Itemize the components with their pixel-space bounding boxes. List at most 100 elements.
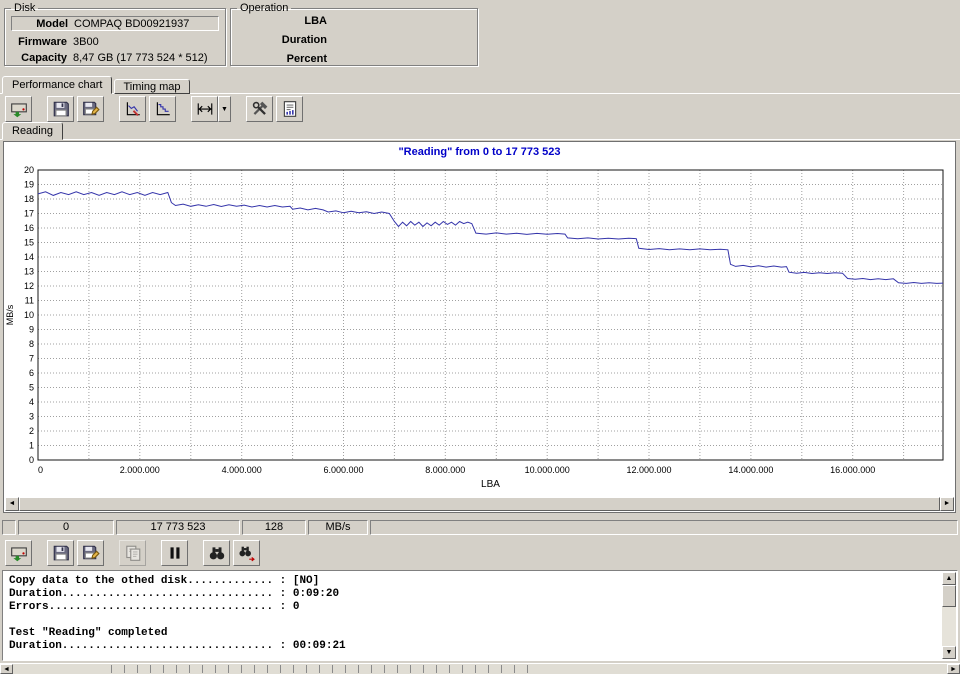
find-next-icon [238, 544, 256, 562]
chart-tabpage-top-edge [0, 139, 960, 140]
svg-text:13: 13 [24, 267, 34, 277]
save-as-button[interactable] [77, 96, 104, 122]
svg-text:8.000.000: 8.000.000 [425, 465, 465, 475]
log-copy-button[interactable] [119, 540, 146, 566]
svg-text:4: 4 [29, 397, 34, 407]
log-scroll-down-button[interactable]: ▼ [942, 646, 956, 659]
log-scroll-up-button[interactable]: ▲ [942, 572, 956, 585]
chart-tabstrip: Reading [2, 123, 63, 140]
pause-button[interactable] [161, 540, 188, 566]
scroll-right-icon: ► [944, 500, 951, 507]
disk-firmware-label: Firmware [11, 36, 67, 48]
svg-text:16: 16 [24, 223, 34, 233]
scroll-left-icon: ◄ [9, 500, 16, 507]
status-pane-filler [370, 520, 958, 535]
measure-range-icon [196, 100, 214, 118]
operation-duration-row: Duration [235, 34, 473, 53]
bottom-scrollbar: ◄ ► [0, 663, 960, 674]
scroll-right-icon: ► [950, 666, 957, 673]
log-scroll-track[interactable] [942, 585, 956, 646]
log-toolbar [5, 540, 263, 566]
tab-reading[interactable]: Reading [2, 122, 63, 140]
svg-text:16.000.000: 16.000.000 [830, 465, 875, 475]
report-button[interactable] [276, 96, 303, 122]
find-icon [208, 544, 226, 562]
measure-range-button[interactable] [191, 96, 218, 122]
svg-text:7: 7 [29, 354, 34, 364]
svg-text:12.000.000: 12.000.000 [626, 465, 671, 475]
svg-text:10: 10 [24, 310, 34, 320]
operation-group-title: Operation [237, 2, 291, 14]
bottom-scroll-track[interactable] [13, 664, 947, 674]
chart-scroll-right-button[interactable]: ► [940, 497, 954, 511]
bottom-scroll-right-button[interactable]: ► [947, 664, 960, 674]
disk-firmware-row: Firmware 3B00 [11, 34, 219, 49]
dropdown-arrow-icon: ▼ [221, 106, 228, 113]
chart-horizontal-scrollbar: ◄ ► [5, 497, 954, 511]
operation-percent-label: Percent [235, 53, 327, 65]
log-scroll-thumb[interactable] [942, 585, 956, 607]
svg-text:10.000.000: 10.000.000 [525, 465, 570, 475]
log-line: Test "Reading" completed [9, 627, 939, 640]
status-pane-blank [2, 520, 16, 535]
save-button[interactable] [47, 96, 74, 122]
svg-text:1: 1 [29, 441, 34, 451]
scroll-left-icon: ◄ [3, 666, 10, 673]
operation-groupbox: Operation LBA Duration Percent [230, 2, 478, 66]
bottom-scroll-left-button[interactable]: ◄ [0, 664, 13, 674]
find-button[interactable] [203, 540, 230, 566]
chart-steps-icon [154, 100, 172, 118]
app-window: Disk Model COMPAQ BD00921937 Firmware 3B… [0, 0, 960, 674]
log-save-button[interactable] [47, 540, 74, 566]
export-results-button[interactable] [5, 96, 32, 122]
svg-text:8: 8 [29, 339, 34, 349]
pause-icon [166, 544, 184, 562]
svg-text:5: 5 [29, 383, 34, 393]
operation-duration-label: Duration [235, 34, 327, 46]
save-as-icon [82, 100, 100, 118]
tools-icon [251, 100, 269, 118]
disk-model-label: Model [12, 18, 68, 30]
svg-text:6: 6 [29, 368, 34, 378]
copy-icon [124, 544, 142, 562]
svg-text:18: 18 [24, 194, 34, 204]
main-toolbar: ▼ [5, 96, 306, 122]
disk-firmware-value: 3B00 [73, 36, 99, 48]
svg-text:4.000.000: 4.000.000 [222, 465, 262, 475]
disk-groupbox: Disk Model COMPAQ BD00921937 Firmware 3B… [4, 2, 226, 66]
svg-text:2.000.000: 2.000.000 [120, 465, 160, 475]
log-export-results-button[interactable] [5, 540, 32, 566]
find-next-button[interactable] [233, 540, 260, 566]
svg-text:2: 2 [29, 426, 34, 436]
status-pane-block-size: 128 [242, 520, 306, 535]
measure-range-dropdown-button[interactable]: ▼ [218, 96, 231, 122]
svg-text:19: 19 [24, 180, 34, 190]
export-results-icon [10, 100, 28, 118]
tab-performance-chart[interactable]: Performance chart [2, 76, 112, 94]
chart-scroll-thumb[interactable] [19, 497, 940, 511]
svg-text:20: 20 [24, 165, 34, 175]
tab-timing-map[interactable]: Timing map [114, 79, 189, 94]
report-icon [281, 100, 299, 118]
log-line: Duration................................… [9, 588, 939, 601]
scroll-up-icon: ▲ [946, 575, 953, 582]
tools-button[interactable] [246, 96, 273, 122]
svg-text:0: 0 [29, 455, 34, 465]
status-pane-end-lba: 17 773 523 [116, 520, 240, 535]
log-line [9, 614, 939, 627]
svg-text:MB/s: MB/s [5, 304, 15, 325]
chart-edit-button[interactable] [119, 96, 146, 122]
svg-text:17: 17 [24, 209, 34, 219]
log-save-as-button[interactable] [77, 540, 104, 566]
log-output-panel: Copy data to the othed disk.............… [2, 570, 958, 661]
chart-steps-button[interactable] [149, 96, 176, 122]
chart-edit-icon [124, 100, 142, 118]
operation-lba-row: LBA [235, 15, 473, 34]
performance-chart-panel: "Reading" from 0 to 17 773 523 012345678… [3, 141, 956, 513]
disk-capacity-label: Capacity [11, 52, 67, 64]
svg-text:15: 15 [24, 238, 34, 248]
log-line: Duration................................… [9, 640, 939, 653]
status-pane-start-lba: 0 [18, 520, 114, 535]
export-results-icon [10, 544, 28, 562]
chart-scroll-left-button[interactable]: ◄ [5, 497, 19, 511]
